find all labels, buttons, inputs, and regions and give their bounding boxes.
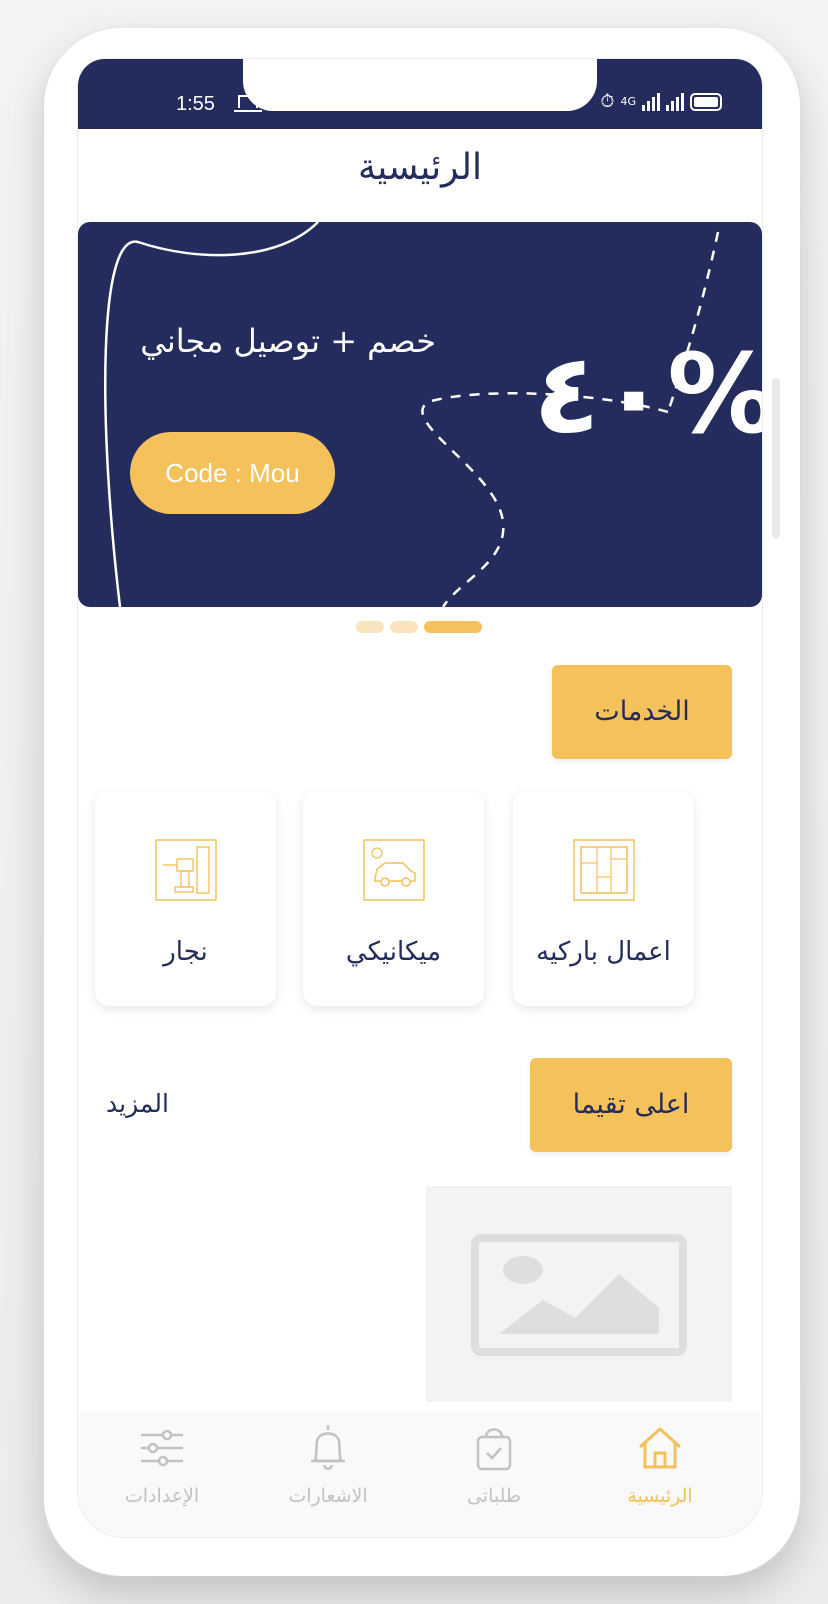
service-label: ميكانيكي [345,937,442,967]
carousel-dot[interactable] [390,621,418,633]
status-icons: ⏱ 4G [600,91,722,112]
tab-orders[interactable]: طلباتى [424,1421,564,1507]
mechanic-car-icon [362,839,425,901]
app-screen: 1:55 ⏱ 4G الرئيسية خصم + توصيل مجاني ٤٠%… [77,58,763,1538]
phone-side-button [772,378,780,538]
signal-icon [642,92,660,111]
carousel-dot-active[interactable] [424,621,482,633]
status-bar: 1:55 ⏱ 4G [78,59,762,129]
status-time: 1:55 [176,93,215,115]
promo-code-button[interactable]: Code : Mou [130,432,335,514]
service-card-parquet[interactable]: اعمال باركيه [513,791,694,1006]
top-rated-section-button[interactable]: اعلى تقيما [530,1058,732,1152]
carousel-dot[interactable] [356,621,384,633]
bell-icon [311,1425,345,1470]
tab-label: الاشعارات [288,1485,368,1507]
tab-label: الرئيسية [627,1485,693,1507]
service-card-mechanic[interactable]: ميكانيكي [303,791,484,1006]
battery-icon [690,92,722,111]
promo-banner[interactable]: خصم + توصيل مجاني ٤٠% Code : Mou [78,222,762,607]
tab-label: الإعدادات [124,1485,200,1507]
tab-settings[interactable]: الإعدادات [92,1421,232,1507]
more-link[interactable]: المزيد [106,1089,169,1118]
service-label: نجار [163,937,208,967]
discount-value: ٤٠% [533,330,762,458]
sliders-icon [141,1429,183,1467]
page-title: الرئيسية [358,147,482,188]
parquet-icon [572,839,635,901]
promo-text: خصم + توصيل مجاني [140,322,436,360]
carpenter-drill-icon [154,839,217,901]
signal-icon-2 [666,92,684,111]
notch [243,59,597,111]
service-label: اعمال باركيه [536,937,671,967]
services-section-button[interactable]: الخدمات [552,665,732,759]
tab-notifications[interactable]: الاشعارات [258,1421,398,1507]
tab-label: طلباتى [466,1485,522,1507]
home-icon [638,1427,682,1469]
image-placeholder-icon [471,1234,687,1356]
carousel-indicator [356,621,482,633]
laptop-icon [234,95,262,112]
image-placeholder[interactable] [426,1186,732,1402]
tab-home[interactable]: الرئيسية [590,1421,730,1507]
alarm-icon: ⏱ [600,91,615,112]
service-card-carpenter[interactable]: نجار [95,791,276,1006]
bottom-tab-bar: الرئيسية طلباتى الاشعارات الإعدادات [78,1411,762,1537]
shopping-bag-icon [476,1428,512,1471]
network-type: 4G [620,95,636,108]
